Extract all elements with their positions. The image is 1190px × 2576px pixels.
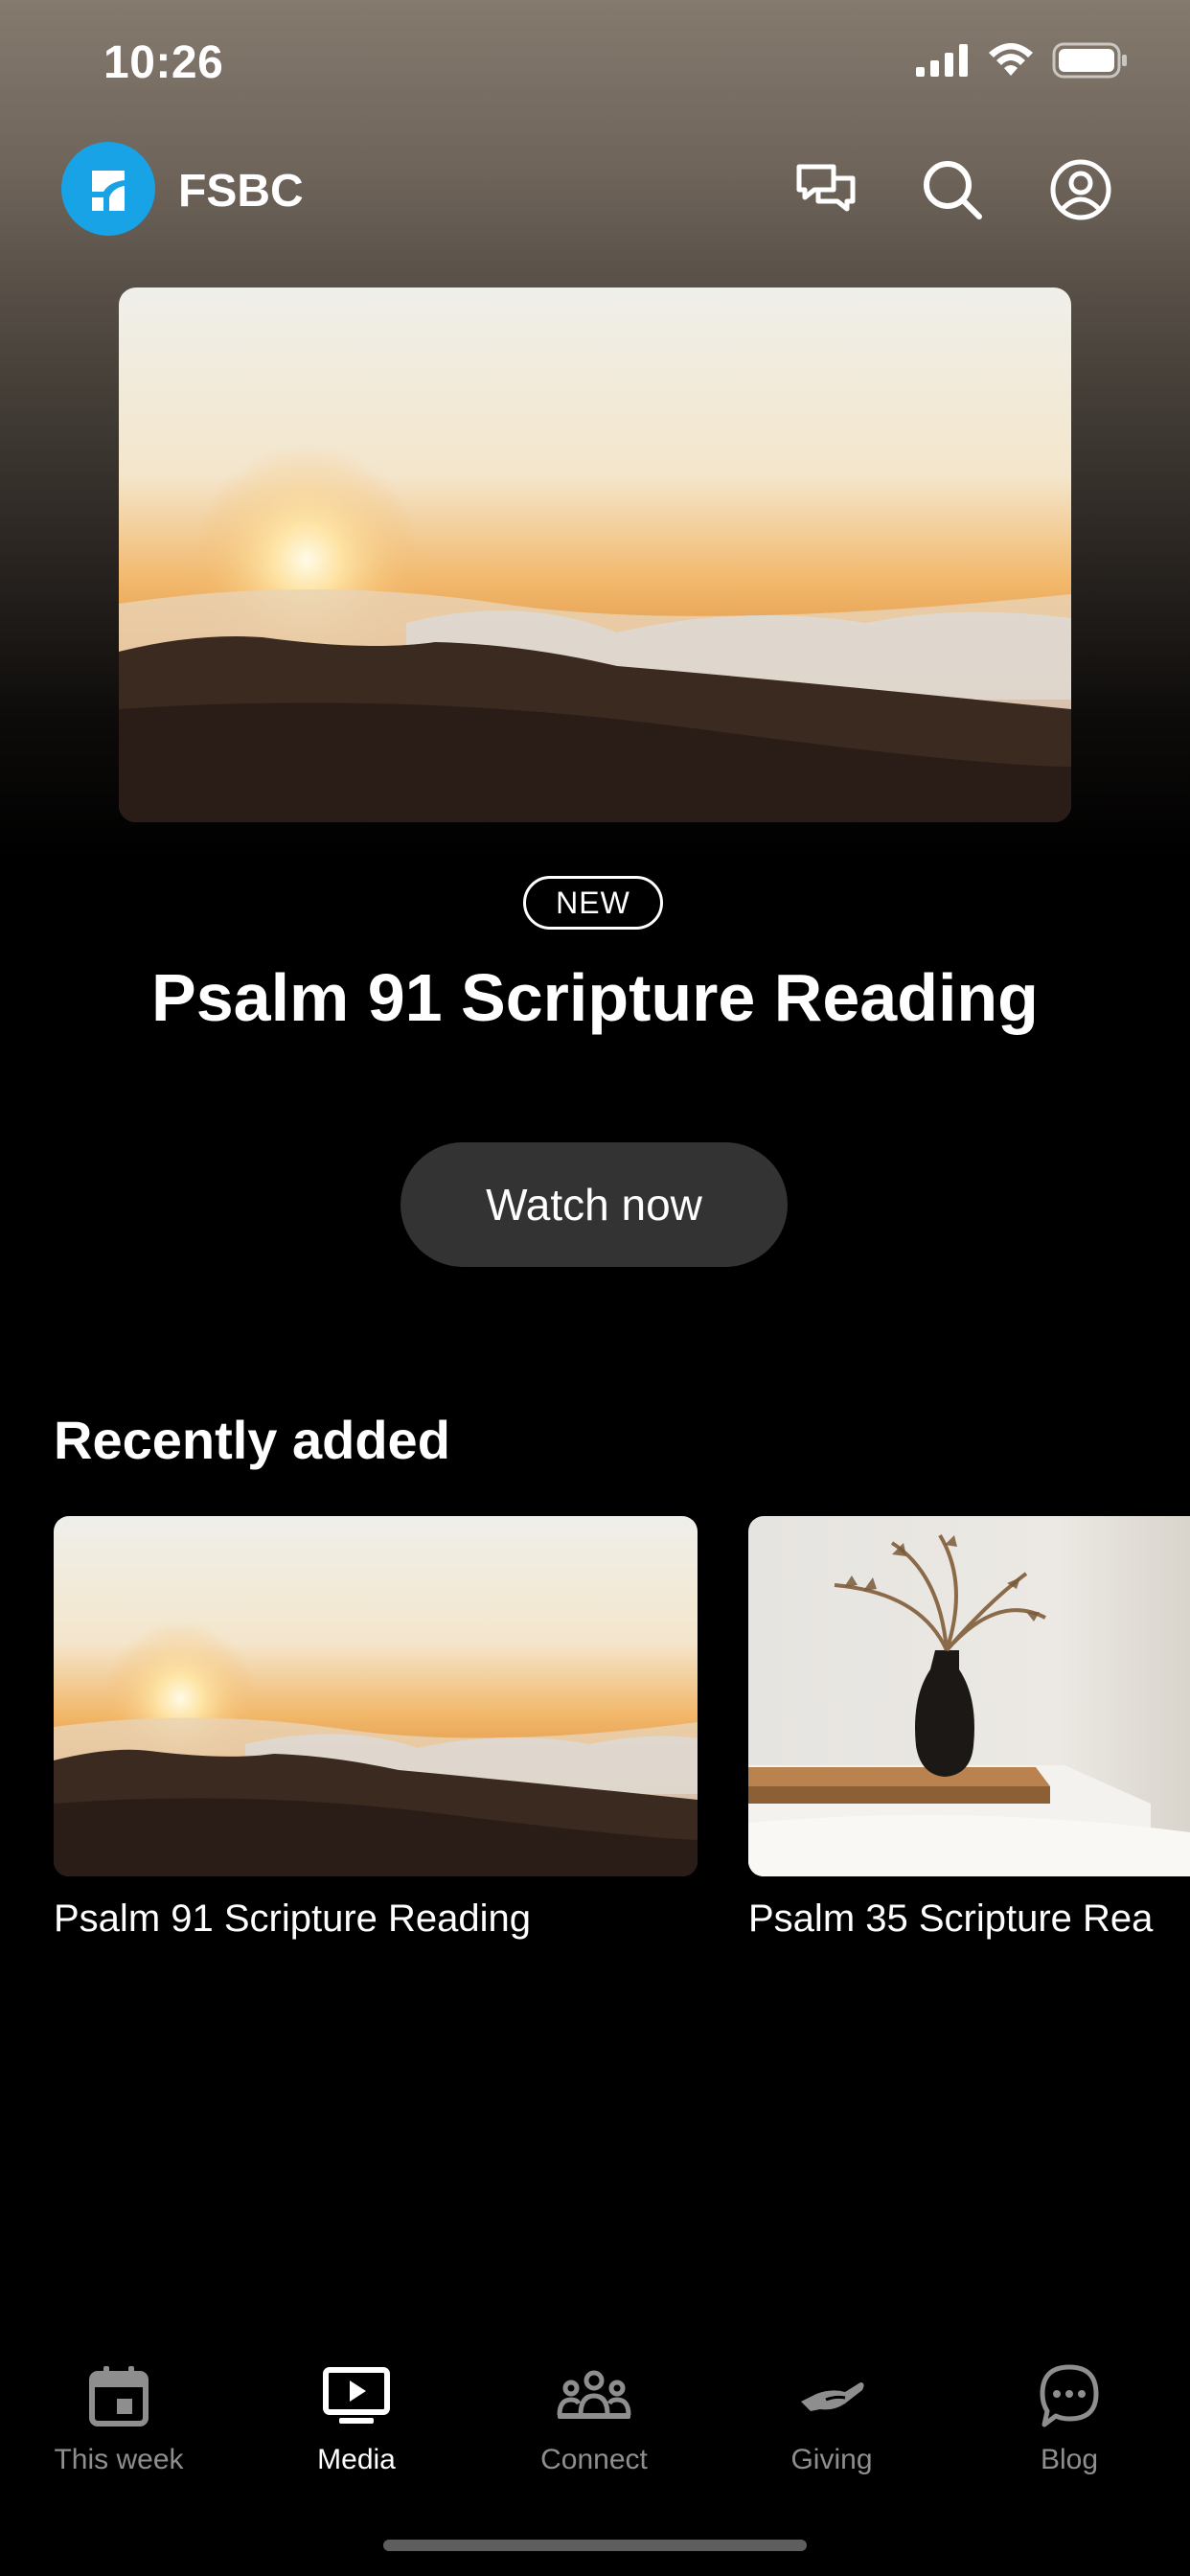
tab-connect[interactable]: Connect xyxy=(475,2358,713,2476)
watch-now-button[interactable]: Watch now xyxy=(400,1142,788,1267)
tab-blog[interactable]: Blog xyxy=(950,2358,1188,2476)
tab-label: Media xyxy=(317,2444,396,2475)
status-bar: 10:26 xyxy=(0,0,1190,134)
battery-icon xyxy=(1052,42,1127,79)
media-card[interactable]: Psalm 91 Scripture Reading xyxy=(54,1516,698,1941)
status-time: 10:26 xyxy=(103,37,224,88)
media-card[interactable]: Psalm 35 Scripture Rea xyxy=(748,1516,1190,1941)
tv-play-icon xyxy=(323,2367,390,2424)
home-indicator[interactable] xyxy=(383,2540,807,2551)
profile-icon[interactable] xyxy=(1048,157,1113,222)
chat-icon[interactable] xyxy=(793,157,858,222)
featured-thumbnail[interactable] xyxy=(119,288,1071,822)
tab-label: Connect xyxy=(540,2444,648,2475)
tab-label: This week xyxy=(54,2444,184,2475)
search-icon[interactable] xyxy=(920,157,985,222)
media-card-thumbnail[interactable] xyxy=(54,1516,698,1876)
calendar-icon xyxy=(89,2366,149,2426)
tab-giving[interactable]: Giving xyxy=(713,2358,950,2476)
tab-label: Giving xyxy=(790,2444,873,2475)
tab-this-week[interactable]: This week xyxy=(0,2358,238,2476)
media-card-title: Psalm 35 Scripture Rea xyxy=(748,1898,1154,1940)
media-card-thumbnail[interactable] xyxy=(748,1516,1190,1876)
signal-icon xyxy=(916,44,968,77)
wifi-icon xyxy=(989,43,1033,76)
status-icons xyxy=(916,42,1129,79)
tab-label: Blog xyxy=(1040,2444,1099,2475)
hand-icon xyxy=(801,2382,864,2411)
fsbc-logo-icon[interactable] xyxy=(61,142,155,236)
app-header: FSBC xyxy=(0,142,1190,238)
featured-title: Psalm 91 Scripture Reading xyxy=(151,960,1039,1035)
group-icon xyxy=(557,2370,631,2419)
chat-bubble-icon xyxy=(1040,2364,1099,2427)
section-heading-recently-added: Recently added xyxy=(54,1410,450,1470)
new-badge: NEW xyxy=(523,876,663,930)
app-name: FSBC xyxy=(178,166,304,217)
media-card-title: Psalm 91 Scripture Reading xyxy=(54,1898,532,1940)
tab-media[interactable]: Media xyxy=(238,2358,475,2476)
